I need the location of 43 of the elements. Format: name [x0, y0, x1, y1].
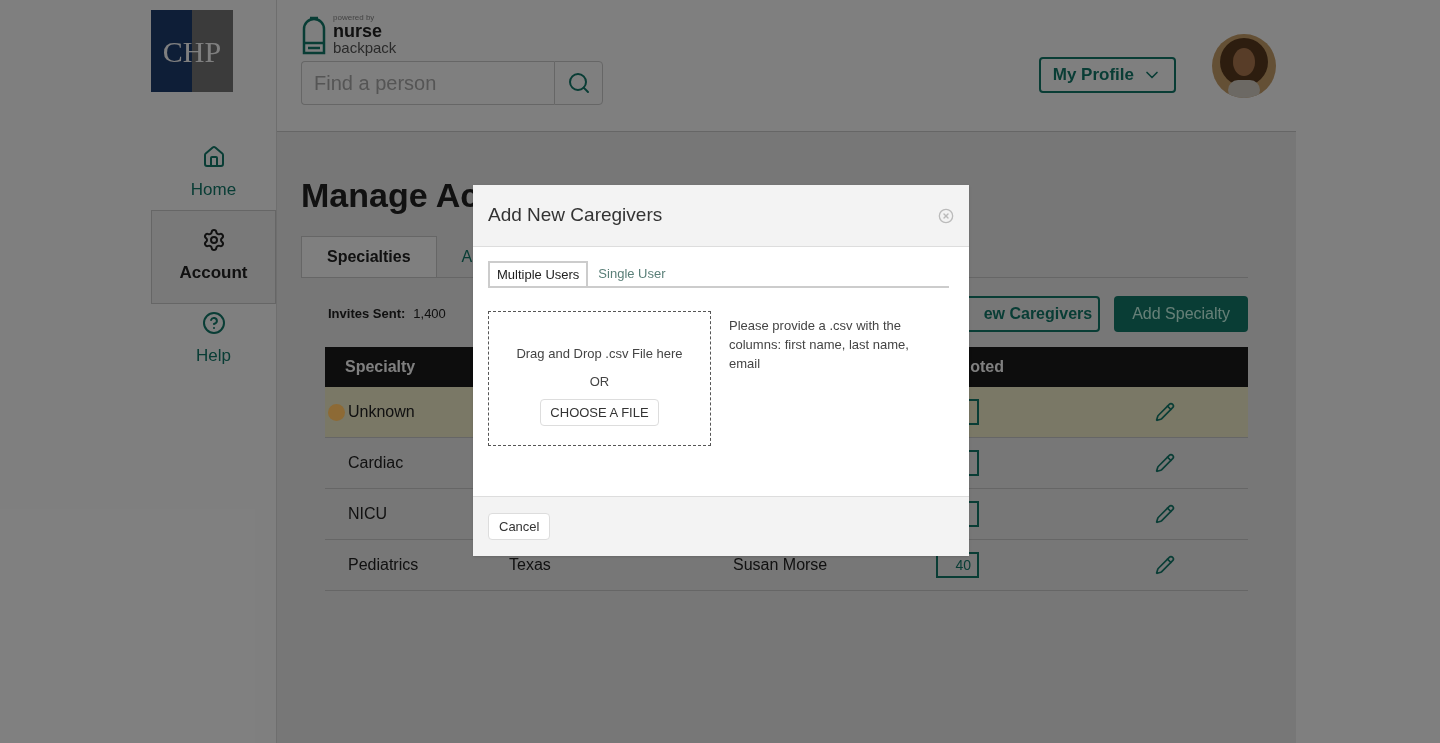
- page-tab[interactable]: Specialties: [301, 236, 437, 277]
- edit-button[interactable]: [1155, 453, 1175, 473]
- invites-label: Invites Sent:: [328, 305, 406, 324]
- sidebar-item[interactable]: Home: [151, 138, 276, 210]
- table-cell-text: Pediatrics: [347, 555, 420, 575]
- or-text: OR: [589, 372, 610, 391]
- invites-count: 1,400: [413, 305, 446, 324]
- brand-name: nurse: [333, 22, 384, 40]
- settings-icon: [201, 228, 226, 253]
- table-cell-text: Unknown: [347, 402, 416, 422]
- help-icon: [201, 311, 226, 336]
- profile-menu-button[interactable]: My Profile: [1038, 57, 1176, 93]
- pencil-icon: [1155, 453, 1175, 473]
- table-cell-text: Cardiac: [347, 453, 405, 473]
- home-icon: [201, 145, 226, 170]
- edit-button[interactable]: [1155, 555, 1175, 575]
- cancel-button[interactable]: Cancel: [488, 513, 551, 540]
- pencil-icon: [1155, 504, 1175, 524]
- search-icon: [566, 71, 591, 95]
- sidebar-item[interactable]: Help: [151, 304, 276, 376]
- brand-subname: backpack: [333, 40, 397, 55]
- backpack-icon: [301, 14, 327, 55]
- modal-title: Add New Caregivers: [488, 203, 663, 228]
- sidebar-item[interactable]: Account: [151, 210, 276, 304]
- instructions-text: Please provide a .csv with the columns: first name, last name, email: [729, 317, 910, 373]
- modal-tab[interactable]: Multiple Users: [488, 261, 589, 286]
- drop-zone[interactable]: Drag and Drop .csv File here OR CHOOSE A FILE: [488, 311, 711, 446]
- drop-text: Drag and Drop .csv File here: [516, 345, 683, 363]
- edit-button[interactable]: [1155, 504, 1175, 524]
- table-cell: Texas: [509, 556, 551, 573]
- column-header: oted: [970, 357, 1004, 377]
- close-button[interactable]: [938, 207, 954, 224]
- modal-tab[interactable]: Single User: [588, 261, 676, 286]
- pencil-icon: [1155, 555, 1175, 575]
- table-cell: Susan Morse: [733, 556, 828, 573]
- search-button[interactable]: [554, 61, 603, 105]
- column-header: Specialty: [345, 357, 416, 377]
- edit-button[interactable]: [1155, 402, 1175, 422]
- table-cell-text: NICU: [347, 504, 389, 524]
- close-icon: [938, 207, 954, 224]
- add-specialty-button[interactable]: Add Specialty: [1114, 296, 1248, 332]
- pencil-icon: [1155, 402, 1175, 422]
- choose-file-button[interactable]: CHOOSE A FILE: [540, 399, 659, 426]
